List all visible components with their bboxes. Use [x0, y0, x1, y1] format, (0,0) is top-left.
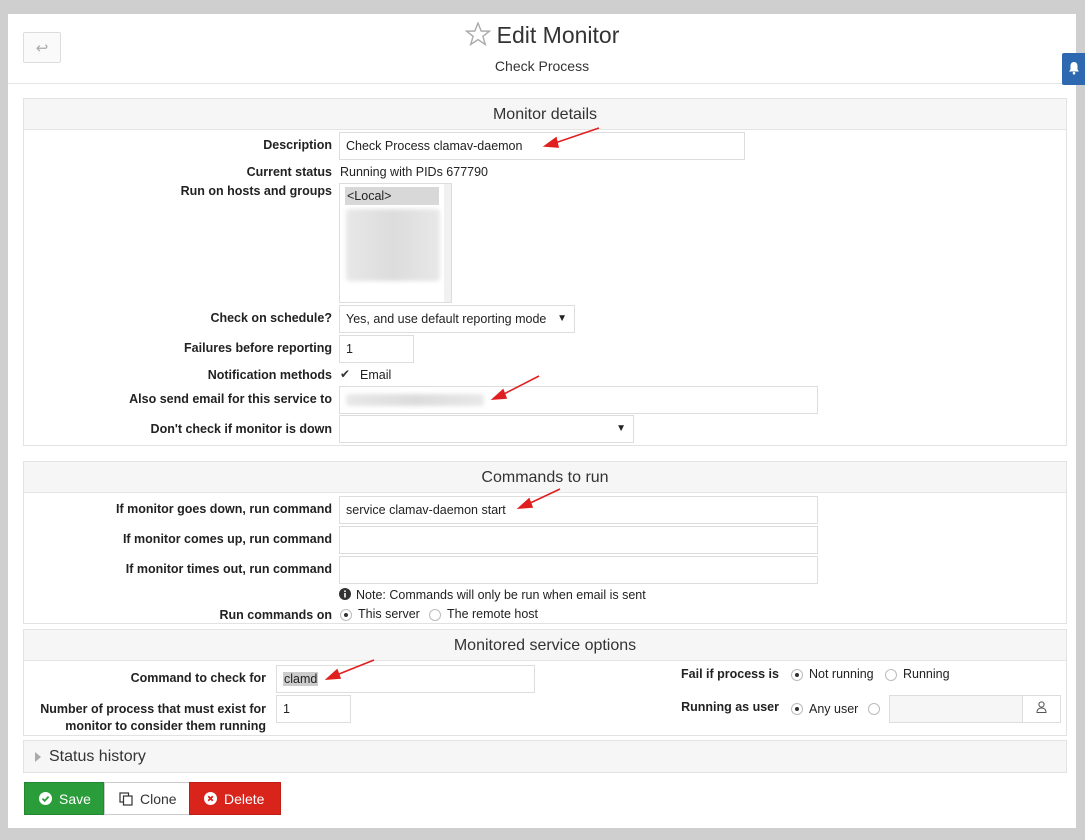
annotation-arrowhead-clamd — [324, 668, 342, 680]
annotation-arrow-clamd — [333, 659, 375, 677]
annotation-arrowhead-email — [490, 388, 508, 400]
annotation-arrow-description — [551, 127, 600, 145]
annotation-arrowhead-description — [542, 136, 560, 148]
annotation-arrow-email — [499, 375, 540, 397]
annotation-arrowhead-command — [516, 497, 534, 509]
annotation-arrows — [324, 127, 600, 680]
